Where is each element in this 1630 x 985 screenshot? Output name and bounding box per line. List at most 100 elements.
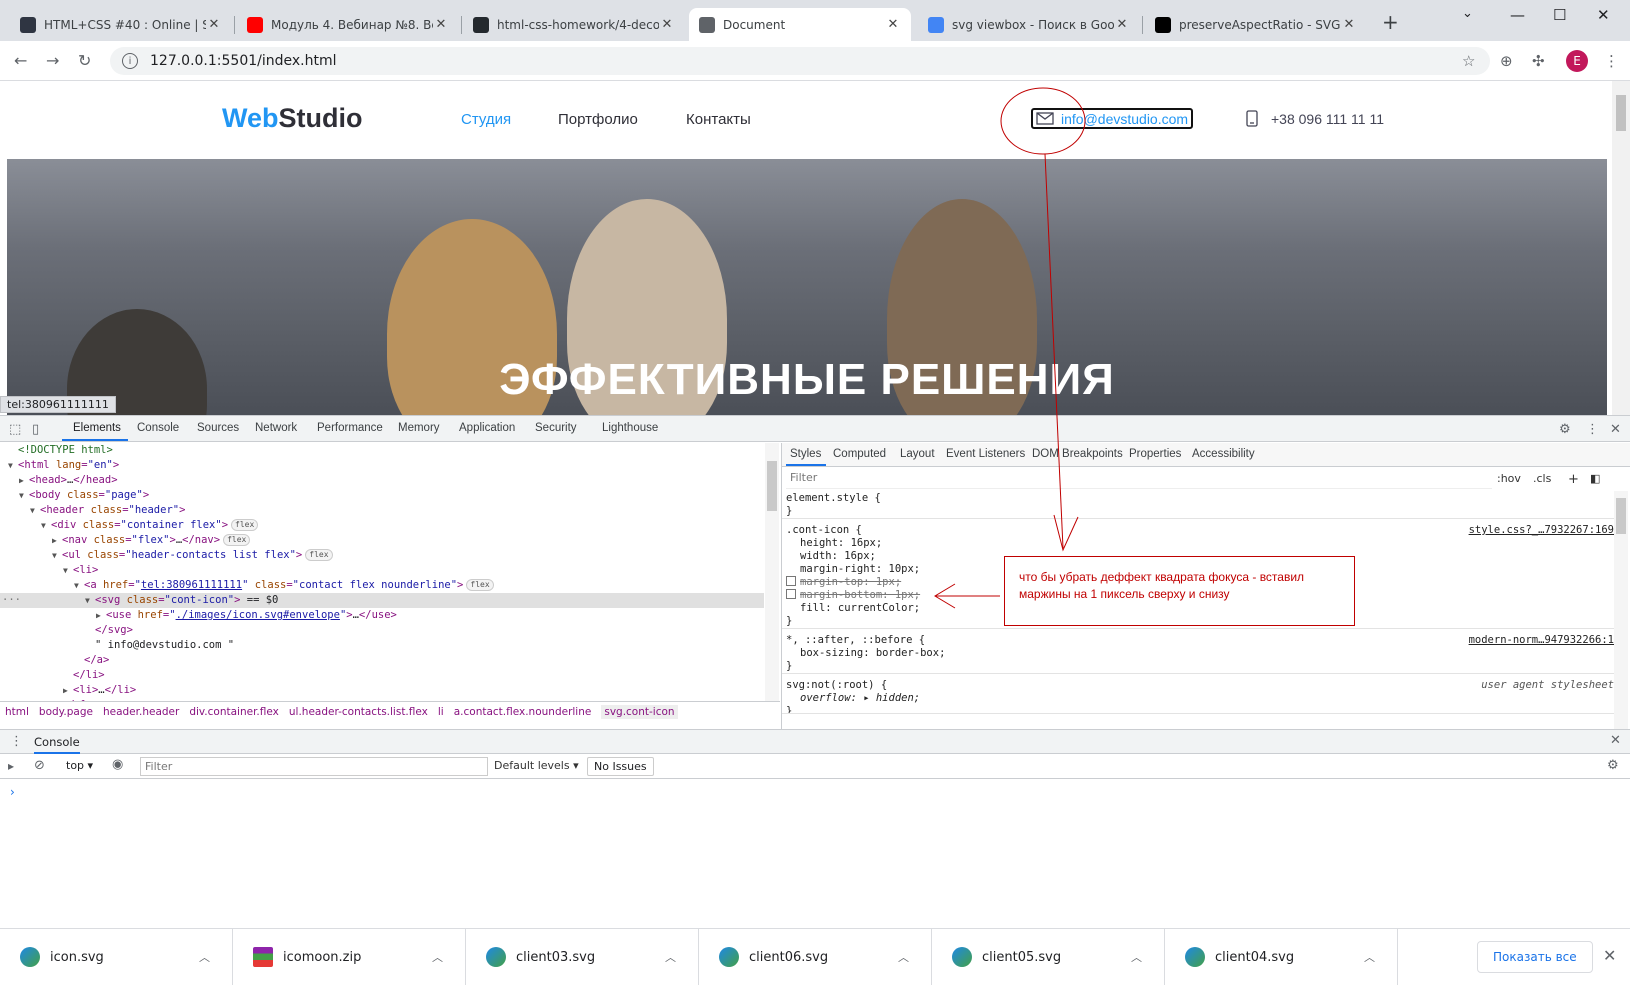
rule-source-link[interactable]: style.css?_…7932267:169 [1469,524,1614,536]
inspect-element-icon[interactable]: ⬚ [9,422,21,437]
maximize-button[interactable]: ☐ [1553,6,1566,24]
styles-tab-dom-breakpoints[interactable]: DOM Breakpoints [1032,448,1123,460]
expand-arrow-icon[interactable]: ▼ [85,593,90,608]
site-info-icon[interactable]: i [122,53,138,69]
expand-arrow-icon[interactable]: ▼ [63,563,68,578]
devtools-tab-performance[interactable]: Performance [317,422,383,434]
dom-node[interactable]: ▼ <div class="container flex"> flex [0,518,764,533]
style-declaration[interactable]: box-sizing: border-box; [782,647,1622,660]
breadcrumb-item[interactable]: ul.header-contacts.list.flex [289,706,428,718]
chevron-up-icon[interactable]: ︿ [199,949,210,965]
devtools-tab-network[interactable]: Network [255,422,297,434]
tab-close-icon[interactable]: ✕ [659,17,675,32]
back-icon[interactable]: ← [14,51,27,70]
page-scrollbar[interactable] [1612,81,1630,415]
chevron-up-icon[interactable]: ︿ [1131,949,1142,965]
context-selector[interactable]: top ▾ [66,759,93,772]
cls-toggle[interactable]: .cls [1533,472,1551,485]
nav-link-contacts[interactable]: Контакты [686,111,751,128]
tab-close-icon[interactable]: ✕ [206,17,222,32]
dom-node[interactable]: </li> [0,668,764,683]
forward-icon[interactable]: → [46,51,59,70]
window-close-button[interactable]: ✕ [1597,6,1610,24]
chevron-up-icon[interactable]: ︿ [665,949,676,965]
address-bar[interactable]: i 127.0.0.1:5501/index.html [110,47,1490,75]
expand-arrow-icon[interactable]: ▶ [19,473,24,488]
browser-tab-3[interactable]: Document ✕ [689,8,911,41]
declaration-checkbox[interactable] [786,589,796,599]
hov-toggle[interactable]: :hov [1497,472,1521,485]
dom-node[interactable]: ▶ <nav class="flex">…</nav> flex [0,533,764,548]
minimize-button[interactable]: — [1510,6,1525,24]
tab-search-icon[interactable]: ⌄ [1462,6,1473,21]
site-logo[interactable]: WebStudio [222,103,363,134]
email-contact-link[interactable]: info@devstudio.com [1031,108,1194,129]
devtools-close-icon[interactable]: ✕ [1610,422,1621,437]
styles-tab-event-listeners[interactable]: Event Listeners [946,448,1025,460]
styles-tab-computed[interactable]: Computed [833,448,886,460]
chevron-up-icon[interactable]: ︿ [898,949,909,965]
dom-node-selected[interactable]: ··· ▼ <svg class="cont-icon"> == $0 [0,593,764,608]
devtools-tab-lighthouse[interactable]: Lighthouse [602,422,658,434]
console-settings-icon[interactable]: ⚙ [1607,758,1619,773]
clear-console-icon[interactable]: ⊘ [34,758,45,773]
dom-node[interactable]: ▼ <li> [0,563,764,578]
log-levels-dropdown[interactable]: Default levels ▾ [494,759,579,772]
expand-arrow-icon[interactable]: ▼ [8,458,13,473]
elements-dom-tree[interactable]: <!DOCTYPE html> ▼ <html lang="en"> ▶ <head>…… [0,443,764,701]
styles-tab-properties[interactable]: Properties [1129,448,1181,460]
dom-node[interactable]: ▼ <ul class="header-contacts list flex"> f… [0,548,764,563]
devtools-tab-console[interactable]: Console [137,422,179,434]
breadcrumb-item[interactable]: div.container.flex [189,706,279,718]
styles-tab-styles[interactable]: Styles [790,448,821,460]
page-scrollbar-thumb[interactable] [1616,95,1626,131]
expand-arrow-icon[interactable]: ▶ [63,683,68,698]
drawer-menu-icon[interactable]: ⋮ [10,734,23,749]
devtools-tab-application[interactable]: Application [459,422,515,434]
expand-arrow-icon[interactable]: ▼ [74,578,79,593]
breadcrumb-item[interactable]: svg.cont-icon [601,704,678,719]
console-sidebar-icon[interactable]: ▸ [8,759,14,773]
expand-arrow-icon[interactable]: ▶ [52,533,57,548]
dom-node[interactable]: " info@devstudio.com " [0,638,764,653]
expand-arrow-icon[interactable]: ▼ [19,488,24,503]
devtools-tab-sources[interactable]: Sources [197,422,239,434]
download-item[interactable]: icomoon.zip ︿ [233,929,466,985]
profile-avatar[interactable]: E [1566,50,1588,72]
devtools-more-icon[interactable]: ⋮ [1586,422,1599,437]
devtools-tab-memory[interactable]: Memory [398,422,440,434]
breadcrumb-item[interactable]: html [5,706,29,718]
dom-node[interactable]: ▶ <use href="./images/icon.svg#envelope">… [0,608,764,623]
dom-node[interactable]: </svg> [0,623,764,638]
expand-arrow-icon[interactable]: ▼ [52,548,57,563]
live-expression-eye-icon[interactable]: ◉ [112,757,123,772]
tab-close-icon[interactable]: ✕ [433,17,449,32]
phone-contact-link[interactable]: +38 096 111 11 11 [1246,110,1384,127]
console-prompt[interactable]: › [10,785,15,799]
extension-globe-icon[interactable]: ⊕ [1500,52,1513,70]
download-item[interactable]: client05.svg ︿ [932,929,1165,985]
node-options-icon[interactable]: ··· [2,593,21,608]
console-drawer-tab[interactable]: Console [34,735,80,754]
expand-arrow-icon[interactable]: ▼ [41,518,46,533]
download-item[interactable]: client03.svg ︿ [466,929,699,985]
rule-source-link[interactable]: modern-norm…947932266:1 [1469,634,1614,646]
declaration-checkbox[interactable] [786,576,796,586]
issues-button[interactable]: No Issues [587,757,654,776]
dom-node[interactable]: ▼ <a href="tel:380961111111" class="conta… [0,578,764,593]
breadcrumb-item[interactable]: li [438,706,444,718]
style-declaration[interactable]: height: 16px; [782,537,1622,550]
dom-node[interactable]: ▼ <html lang="en"> [0,458,764,473]
expand-arrow-icon[interactable]: ▼ [30,503,35,518]
download-item[interactable]: client06.svg ︿ [699,929,932,985]
browser-tab-1[interactable]: Модуль 4. Вебинар №8. Векто✕ [237,8,459,41]
breadcrumb-item[interactable]: body.page [39,706,93,718]
tab-close-icon[interactable]: ✕ [1114,17,1130,32]
nav-link-portfolio[interactable]: Портфолио [558,111,638,128]
drawer-close-icon[interactable]: ✕ [1610,733,1621,748]
new-tab-button[interactable]: + [1382,10,1399,34]
tab-close-icon[interactable]: ✕ [1341,17,1357,32]
tab-close-icon[interactable]: ✕ [885,17,901,32]
devtools-settings-icon[interactable]: ⚙ [1559,422,1571,437]
chevron-up-icon[interactable]: ︿ [1364,949,1375,965]
